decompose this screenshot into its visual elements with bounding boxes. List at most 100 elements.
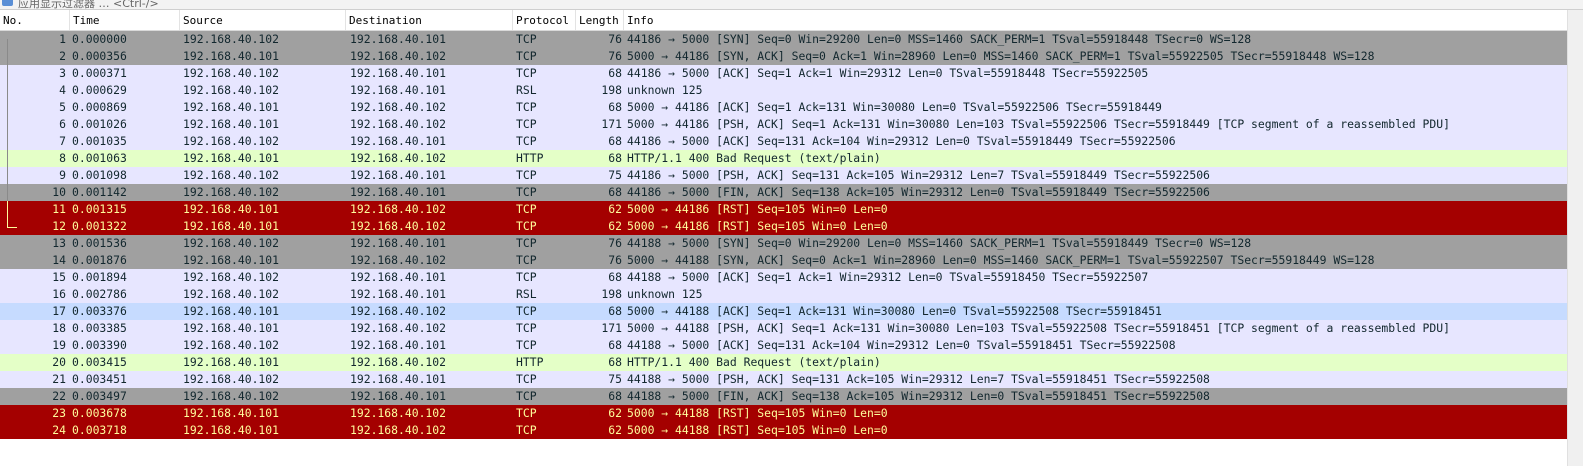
- packet-row[interactable]: 6 0.001026 192.168.40.101 192.168.40.102 TCP…: [0, 116, 1568, 133]
- conversation-bracket-icon: [7, 201, 17, 218]
- packet-destination: 192.168.40.101: [350, 134, 447, 148]
- column-header-protocol[interactable]: Protocol: [513, 10, 576, 30]
- packet-row[interactable]: 19 0.003390 192.168.40.102 192.168.40.101 TC…: [0, 337, 1568, 354]
- packet-protocol: TCP: [516, 423, 537, 437]
- packet-rows: 1 0.000000 192.168.40.102 192.168.40.101 TCP…: [0, 31, 1568, 439]
- display-filter-bar[interactable]: 应用显示过滤器 … <Ctrl-/>: [0, 0, 1583, 10]
- packet-destination: 192.168.40.102: [350, 406, 447, 420]
- packet-source: 192.168.40.101: [183, 49, 280, 63]
- packet-length: 62: [608, 406, 622, 420]
- packet-row[interactable]: 20 0.003415 192.168.40.101 192.168.40.102 HT…: [0, 354, 1568, 371]
- packet-time: 0.000869: [72, 100, 127, 114]
- conversation-bracket-icon: [7, 167, 17, 184]
- packet-protocol: HTTP: [516, 151, 544, 165]
- packet-destination: 192.168.40.102: [350, 304, 447, 318]
- packet-row[interactable]: 15 0.001894 192.168.40.102 192.168.40.101 TC…: [0, 269, 1568, 286]
- column-header-time[interactable]: Time: [70, 10, 180, 30]
- packet-source: 192.168.40.102: [183, 185, 280, 199]
- packet-time: 0.000000: [72, 32, 127, 46]
- packet-length: 198: [601, 287, 622, 301]
- packet-time: 0.001098: [72, 168, 127, 182]
- packet-length: 68: [608, 270, 622, 284]
- packet-info: 44188 → 5000 [ACK] Seq=1 Ack=1 Win=29312…: [627, 270, 1149, 284]
- packet-destination: 192.168.40.102: [350, 321, 447, 335]
- packet-length: 68: [608, 134, 622, 148]
- packet-info: 44186 → 5000 [ACK] Seq=1 Ack=1 Win=29312…: [627, 66, 1149, 80]
- conversation-bracket-icon: [7, 184, 17, 201]
- column-header-no[interactable]: No.: [0, 10, 70, 30]
- packet-length: 76: [608, 32, 622, 46]
- packet-length: 68: [608, 389, 622, 403]
- packet-destination: 192.168.40.101: [350, 389, 447, 403]
- packet-row[interactable]: 10 0.001142 192.168.40.102 192.168.40.101 TC…: [0, 184, 1568, 201]
- packet-protocol: RSL: [516, 287, 537, 301]
- packet-destination: 192.168.40.101: [350, 83, 447, 97]
- packet-info: 44186 → 5000 [ACK] Seq=131 Ack=104 Win=2…: [627, 134, 1176, 148]
- conversation-bracket-icon: [7, 39, 17, 48]
- packet-time: 0.000371: [72, 66, 127, 80]
- packet-row[interactable]: 21 0.003451 192.168.40.102 192.168.40.101 TC…: [0, 371, 1568, 388]
- packet-time: 0.003497: [72, 389, 127, 403]
- packet-row[interactable]: 4 0.000629 192.168.40.102 192.168.40.101 RSL…: [0, 82, 1568, 99]
- packet-source: 192.168.40.102: [183, 389, 280, 403]
- conversation-bracket-icon: [7, 99, 17, 116]
- bookmark-icon[interactable]: [2, 0, 13, 6]
- packet-row[interactable]: 14 0.001876 192.168.40.101 192.168.40.102 TC…: [0, 252, 1568, 269]
- packet-row[interactable]: 3 0.000371 192.168.40.102 192.168.40.101 TCP…: [0, 65, 1568, 82]
- packet-list[interactable]: No. Time Source Destination Protocol Len…: [0, 10, 1568, 439]
- packet-row[interactable]: 16 0.002786 192.168.40.102 192.168.40.101 RS…: [0, 286, 1568, 303]
- packet-protocol: TCP: [516, 321, 537, 335]
- packet-protocol: TCP: [516, 372, 537, 386]
- packet-row[interactable]: 17 0.003376 192.168.40.101 192.168.40.102 TC…: [0, 303, 1568, 320]
- packet-time: 0.003376: [72, 304, 127, 318]
- packet-time: 0.001315: [72, 202, 127, 216]
- column-header-length[interactable]: Length: [576, 10, 624, 30]
- packet-time: 0.003451: [72, 372, 127, 386]
- packet-info: unknown 125: [627, 287, 703, 301]
- packet-row[interactable]: 23 0.003678 192.168.40.101 192.168.40.102 TC…: [0, 405, 1568, 422]
- column-header-info[interactable]: Info: [624, 10, 1568, 30]
- packet-row[interactable]: 9 0.001098 192.168.40.102 192.168.40.101 TCP…: [0, 167, 1568, 184]
- packet-row[interactable]: 24 0.003718 192.168.40.101 192.168.40.102 TC…: [0, 422, 1568, 439]
- packet-info: 5000 → 44188 [RST] Seq=105 Win=0 Len=0: [627, 423, 888, 437]
- packet-info: 5000 → 44186 [SYN, ACK] Seq=0 Ack=1 Win=…: [627, 49, 1375, 63]
- packet-row[interactable]: 22 0.003497 192.168.40.102 192.168.40.101 TC…: [0, 388, 1568, 405]
- packet-info: 44186 → 5000 [FIN, ACK] Seq=138 Ack=105 …: [627, 185, 1210, 199]
- packet-row[interactable]: 1 0.000000 192.168.40.102 192.168.40.101 TCP…: [0, 31, 1568, 48]
- packet-destination: 192.168.40.101: [350, 270, 447, 284]
- packet-length: 68: [608, 100, 622, 114]
- packet-destination: 192.168.40.102: [350, 355, 447, 369]
- packet-length: 76: [608, 236, 622, 250]
- column-header-source[interactable]: Source: [180, 10, 346, 30]
- packet-time: 0.001876: [72, 253, 127, 267]
- column-header-destination[interactable]: Destination: [346, 10, 513, 30]
- packet-source: 192.168.40.102: [183, 32, 280, 46]
- packet-source: 192.168.40.102: [183, 66, 280, 80]
- packet-row[interactable]: 11 0.001315 192.168.40.101 192.168.40.102 TC…: [0, 201, 1568, 218]
- packet-row[interactable]: 18 0.003385 192.168.40.101 192.168.40.102 TC…: [0, 320, 1568, 337]
- packet-row[interactable]: 7 0.001035 192.168.40.102 192.168.40.101 TCP…: [0, 133, 1568, 150]
- packet-destination: 192.168.40.102: [350, 49, 447, 63]
- packet-protocol: TCP: [516, 185, 537, 199]
- packet-no: 17: [52, 304, 66, 318]
- packet-info: HTTP/1.1 400 Bad Request (text/plain): [627, 355, 881, 369]
- packet-row[interactable]: 5 0.000869 192.168.40.101 192.168.40.102 TCP…: [0, 99, 1568, 116]
- packet-destination: 192.168.40.101: [350, 66, 447, 80]
- packet-source: 192.168.40.101: [183, 406, 280, 420]
- packet-destination: 192.168.40.101: [350, 32, 447, 46]
- packet-time: 0.001026: [72, 117, 127, 131]
- packet-info: 44186 → 5000 [PSH, ACK] Seq=131 Ack=105 …: [627, 168, 1210, 182]
- packet-source: 192.168.40.101: [183, 253, 280, 267]
- packet-row[interactable]: 8 0.001063 192.168.40.101 192.168.40.102 HTT…: [0, 150, 1568, 167]
- packet-row[interactable]: 2 0.000356 192.168.40.101 192.168.40.102 TCP…: [0, 48, 1568, 65]
- conversation-bracket-icon: [7, 150, 17, 167]
- packet-no: 22: [52, 389, 66, 403]
- vertical-scrollbar[interactable]: [1567, 10, 1583, 466]
- packet-time: 0.001035: [72, 134, 127, 148]
- packet-row[interactable]: 13 0.001536 192.168.40.102 192.168.40.101 TC…: [0, 235, 1568, 252]
- packet-info: unknown 125: [627, 83, 703, 97]
- packet-source: 192.168.40.101: [183, 219, 280, 233]
- display-filter-placeholder: 应用显示过滤器 … <Ctrl-/>: [18, 0, 159, 10]
- packet-row[interactable]: 12 0.001322 192.168.40.101 192.168.40.102 TC…: [0, 218, 1568, 235]
- packet-info: 5000 → 44186 [PSH, ACK] Seq=1 Ack=131 Wi…: [627, 117, 1450, 131]
